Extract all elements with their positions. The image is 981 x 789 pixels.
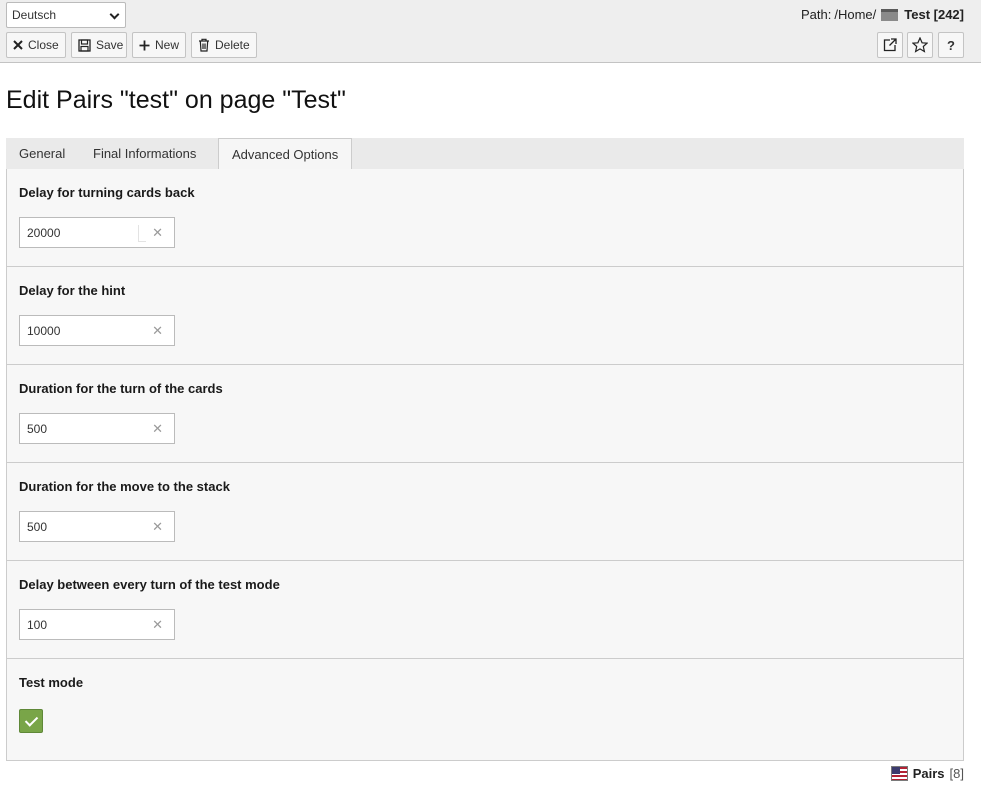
field-label: Delay for the hint xyxy=(19,283,126,298)
help-button-label: ? xyxy=(947,37,955,53)
path-page: Test [242] xyxy=(904,7,964,22)
delete-button-label: Delete xyxy=(215,38,250,52)
external-link-icon xyxy=(883,38,897,52)
page-title: Edit Pairs "test" on page "Test" xyxy=(6,86,346,114)
field-delay-turning-back: Delay for turning cards back 20000 ✕ xyxy=(7,169,963,267)
save-icon xyxy=(78,38,91,52)
trash-icon xyxy=(198,38,210,52)
language-select[interactable]: Deutsch xyxy=(6,2,126,28)
us-flag-icon xyxy=(890,766,908,781)
record-name: Pairs xyxy=(912,766,945,781)
field-label: Delay for turning cards back xyxy=(19,185,195,200)
duration-move-input[interactable]: 500 ✕ xyxy=(19,511,175,542)
close-button-label: Close xyxy=(28,38,59,52)
delay-turning-back-input[interactable]: 20000 ✕ xyxy=(19,217,175,248)
delay-hint-input[interactable]: 10000 ✕ xyxy=(19,315,175,346)
delay-test-mode-input[interactable]: 100 ✕ xyxy=(19,609,175,640)
clear-icon[interactable]: ✕ xyxy=(152,225,163,241)
field-label: Delay between every turn of the test mod… xyxy=(19,577,280,592)
clear-icon[interactable]: ✕ xyxy=(152,421,163,437)
field-delay-test-mode: Delay between every turn of the test mod… xyxy=(7,561,963,659)
clear-icon[interactable]: ✕ xyxy=(152,323,163,339)
tab-final-informations[interactable]: Final Informations xyxy=(80,138,209,170)
record-info: Pairs [8] xyxy=(890,766,964,781)
tab-general[interactable]: General xyxy=(6,138,78,170)
path-label: Path: xyxy=(801,7,832,22)
field-duration-turn: Duration for the turn of the cards 500 ✕ xyxy=(7,365,963,463)
field-test-mode: Test mode xyxy=(7,659,963,759)
duration-turn-input[interactable]: 500 ✕ xyxy=(19,413,175,444)
tab-bar: General Final Informations Advanced Opti… xyxy=(6,138,964,171)
field-label: Duration for the move to the stack xyxy=(19,479,230,494)
input-value: 500 xyxy=(27,520,48,534)
advanced-options-panel: Delay for turning cards back 20000 ✕ Del… xyxy=(6,169,964,761)
clear-icon[interactable]: ✕ xyxy=(152,617,163,633)
doc-header: Deutsch Path: /Home/ Test [242] Close Sa… xyxy=(0,0,981,63)
input-value: 10000 xyxy=(27,324,61,338)
path-home-link[interactable]: /Home/ xyxy=(834,7,876,22)
save-button[interactable]: Save xyxy=(71,32,127,58)
field-duration-move: Duration for the move to the stack 500 ✕ xyxy=(7,463,963,561)
plus-icon xyxy=(139,40,150,51)
delete-button[interactable]: Delete xyxy=(191,32,257,58)
star-icon xyxy=(912,37,928,53)
open-new-window-button[interactable] xyxy=(877,32,903,58)
save-button-label: Save xyxy=(96,38,124,52)
new-button-label: New xyxy=(155,38,180,52)
tab-advanced-options[interactable]: Advanced Options xyxy=(218,138,353,171)
language-select-value: Deutsch xyxy=(12,8,57,22)
input-value: 500 xyxy=(27,422,48,436)
input-value: 100 xyxy=(27,618,48,632)
record-count: [8] xyxy=(949,766,964,781)
field-label: Duration for the turn of the cards xyxy=(19,381,223,396)
help-button[interactable]: ? xyxy=(938,32,964,58)
chevron-down-icon xyxy=(109,9,120,20)
close-icon xyxy=(13,40,23,50)
field-label: Test mode xyxy=(19,675,84,690)
bookmark-button[interactable] xyxy=(907,32,933,58)
close-button[interactable]: Close xyxy=(6,32,66,58)
field-delay-hint: Delay for the hint 10000 ✕ xyxy=(7,267,963,365)
test-mode-checkbox[interactable] xyxy=(19,709,43,733)
page-folder-icon xyxy=(881,8,899,21)
breadcrumb: Path: /Home/ Test [242] xyxy=(801,7,964,22)
input-value: 20000 xyxy=(27,226,61,240)
clear-icon[interactable]: ✕ xyxy=(152,519,163,535)
new-button[interactable]: New xyxy=(132,32,186,58)
text-cursor xyxy=(138,225,146,242)
